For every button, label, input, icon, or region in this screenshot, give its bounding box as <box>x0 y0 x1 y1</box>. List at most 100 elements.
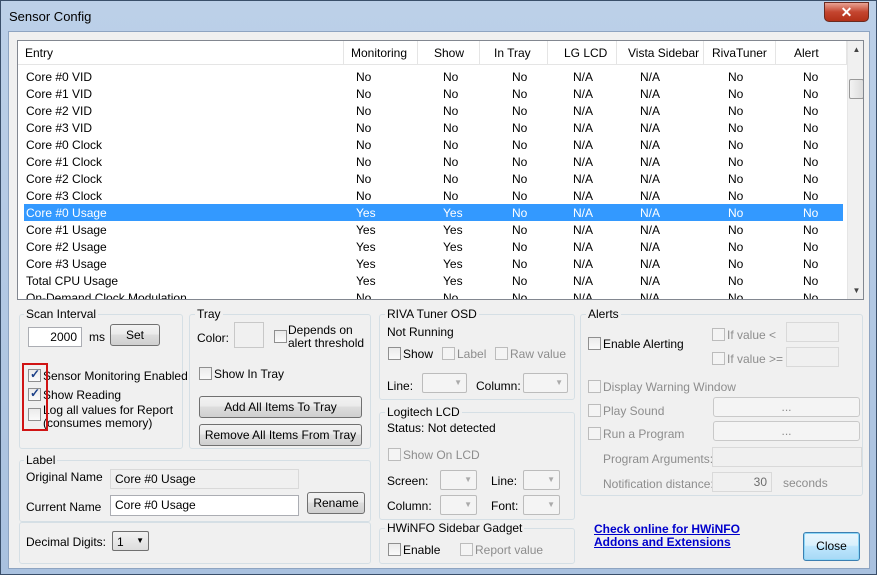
notification-distance-label: Notification distance: <box>603 477 714 491</box>
riva-label-checkbox[interactable] <box>442 347 455 360</box>
lcd-screen-select[interactable]: ▼ <box>440 470 477 490</box>
scroll-thumb[interactable] <box>849 79 863 99</box>
notification-distance-input[interactable]: 30 <box>712 472 772 492</box>
current-name-label: Current Name <box>26 500 102 514</box>
cell-vista-sidebar: N/A <box>640 121 661 135</box>
program-arguments-input[interactable] <box>712 447 862 467</box>
list-scrollbar[interactable]: ▲ ▼ <box>847 41 863 299</box>
scan-interval-input[interactable]: 2000 <box>28 327 82 347</box>
remove-all-from-tray-button[interactable]: Remove All Items From Tray <box>199 424 362 446</box>
decimal-digits-label: Decimal Digits: <box>26 535 107 549</box>
column-header-rivatuner[interactable]: RivaTuner <box>712 46 767 60</box>
table-row[interactable]: Core #2 Usage Yes Yes No N/A N/A No No <box>24 238 843 255</box>
cell-lg-lcd: N/A <box>573 155 594 169</box>
table-row[interactable]: Core #2 VID No No No N/A N/A No No <box>24 102 843 119</box>
if-value-greater-equal-checkbox[interactable] <box>712 352 725 365</box>
lcd-line-select[interactable]: ▼ <box>523 470 560 490</box>
if-value-greater-equal-input[interactable] <box>786 347 839 367</box>
table-row[interactable]: Core #3 VID No No No N/A N/A No No <box>24 119 843 136</box>
riva-raw-value-label: Raw value <box>510 347 567 361</box>
table-row[interactable]: Core #3 Clock No No No N/A N/A No No <box>24 187 843 204</box>
add-all-to-tray-button[interactable]: Add All Items To Tray <box>199 396 362 418</box>
riva-tuner-title: RIVA Tuner OSD <box>385 307 479 321</box>
cell-rivatuner: No <box>728 206 744 220</box>
run-program-checkbox[interactable] <box>588 427 601 440</box>
table-row[interactable]: On-Demand Clock Modulation No No No N/A N/A No… <box>24 289 843 300</box>
cell-alert: No <box>803 104 819 118</box>
cell-vista-sidebar: N/A <box>640 291 661 300</box>
tray-color-swatch[interactable] <box>234 322 264 348</box>
gadget-enable-checkbox[interactable] <box>388 543 401 556</box>
table-row[interactable]: Core #1 VID No No No N/A N/A No No <box>24 85 843 102</box>
cell-vista-sidebar: N/A <box>640 172 661 186</box>
column-header-monitoring[interactable]: Monitoring <box>351 46 407 60</box>
column-header-entry[interactable]: Entry <box>25 46 53 60</box>
if-value-less-checkbox[interactable] <box>712 328 725 341</box>
window-close-button[interactable]: ✕ <box>824 2 869 22</box>
sensor-list[interactable]: Entry Monitoring Show In Tray LG LCD Vis… <box>17 40 864 300</box>
cell-monitoring: No <box>356 155 372 169</box>
cell-in-tray: No <box>512 138 528 152</box>
column-header-lg-lcd[interactable]: LG LCD <box>564 46 607 60</box>
table-row[interactable]: Core #0 Clock No No No N/A N/A No No <box>24 136 843 153</box>
cell-monitoring: No <box>356 104 372 118</box>
table-row[interactable]: Core #3 Usage Yes Yes No N/A N/A No No <box>24 255 843 272</box>
cell-entry: Core #3 Usage <box>26 257 107 271</box>
table-row[interactable]: Core #2 Clock No No No N/A N/A No No <box>24 170 843 187</box>
sensor-monitoring-enabled-label: Sensor Monitoring Enabled <box>43 369 188 383</box>
cell-vista-sidebar: N/A <box>640 223 661 237</box>
table-row[interactable]: Total CPU Usage Yes Yes No N/A N/A No No <box>24 272 843 289</box>
table-row[interactable]: Core #0 Usage Yes Yes No N/A N/A No No <box>24 204 843 221</box>
play-sound-browse-button[interactable]: ... <box>713 397 860 417</box>
cell-entry: Total CPU Usage <box>26 274 119 288</box>
log-all-values-label: Log all values for Report <box>43 403 174 417</box>
show-in-tray-checkbox[interactable] <box>199 367 212 380</box>
cell-in-tray: No <box>512 291 528 300</box>
riva-line-label: Line: <box>387 379 414 393</box>
show-on-lcd-checkbox[interactable] <box>388 448 401 461</box>
cell-entry: Core #1 Clock <box>26 155 103 169</box>
riva-show-checkbox[interactable] <box>388 347 401 360</box>
cell-monitoring: Yes <box>356 206 376 220</box>
riva-column-select[interactable]: ▼ <box>523 373 568 393</box>
cell-in-tray: No <box>512 87 528 101</box>
set-button[interactable]: Set <box>110 324 160 346</box>
logitech-lcd-status: Status: Not detected <box>387 421 496 435</box>
cell-vista-sidebar: N/A <box>640 206 661 220</box>
table-row[interactable]: Core #1 Clock No No No N/A N/A No No <box>24 153 843 170</box>
scroll-down-icon[interactable]: ▼ <box>848 282 863 299</box>
check-online-link-line2[interactable]: Addons and Extensions <box>594 535 731 549</box>
play-sound-checkbox[interactable] <box>588 404 601 417</box>
close-button[interactable]: Close <box>803 532 860 561</box>
current-name-input[interactable]: Core #0 Usage <box>110 495 299 516</box>
if-value-less-input[interactable] <box>786 322 839 342</box>
enable-alerting-checkbox[interactable] <box>588 337 601 350</box>
decimal-digits-select[interactable]: 1 ▼ <box>112 531 149 551</box>
riva-raw-value-checkbox[interactable] <box>495 347 508 360</box>
tray-title: Tray <box>195 307 223 321</box>
column-header-vista-sidebar[interactable]: Vista Sidebar <box>628 46 699 60</box>
table-row[interactable]: Core #0 VID No No No N/A N/A No No <box>24 68 843 85</box>
lcd-font-select[interactable]: ▼ <box>523 495 560 515</box>
cell-entry: Core #0 Usage <box>26 206 107 220</box>
column-header-in-tray[interactable]: In Tray <box>494 46 531 60</box>
lcd-column-select[interactable]: ▼ <box>440 495 477 515</box>
gadget-report-value-checkbox[interactable] <box>460 543 473 556</box>
cell-alert: No <box>803 87 819 101</box>
scroll-up-icon[interactable]: ▲ <box>848 41 863 58</box>
column-header-alert[interactable]: Alert <box>794 46 819 60</box>
riva-tuner-status: Not Running <box>387 325 454 339</box>
title-bar[interactable]: Sensor Config ✕ <box>1 1 876 31</box>
chevron-down-icon: ▼ <box>454 378 462 387</box>
display-warning-checkbox[interactable] <box>588 380 601 393</box>
column-header-show[interactable]: Show <box>434 46 464 60</box>
logitech-lcd-title: Logitech LCD <box>385 405 462 419</box>
riva-line-select[interactable]: ▼ <box>422 373 467 393</box>
original-name-label: Original Name <box>26 470 103 484</box>
enable-alerting-label: Enable Alerting <box>603 337 684 351</box>
table-row[interactable]: Core #1 Usage Yes Yes No N/A N/A No No <box>24 221 843 238</box>
rename-button[interactable]: Rename <box>307 492 365 514</box>
check-online-link-line1[interactable]: Check online for HWiNFO <box>594 522 740 536</box>
depends-on-alert-checkbox[interactable] <box>274 330 287 343</box>
run-program-browse-button[interactable]: ... <box>713 421 860 441</box>
